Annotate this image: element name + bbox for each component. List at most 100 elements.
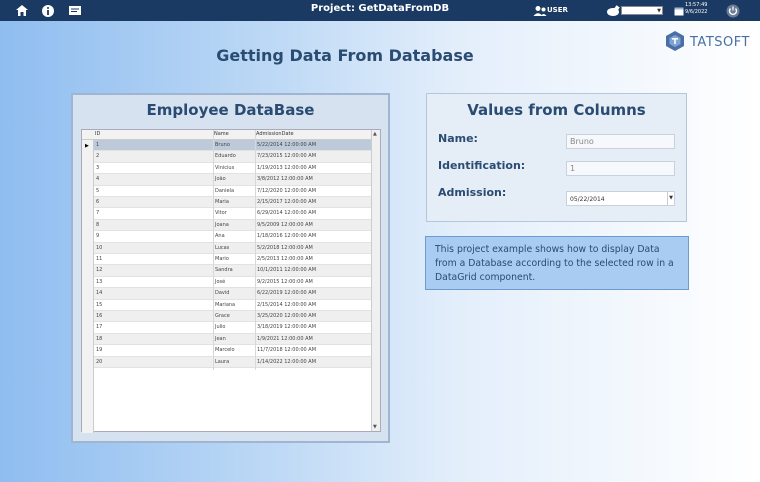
- cell-name: Julio: [215, 324, 226, 331]
- row-header-column: [82, 140, 94, 433]
- cell-id: 12: [96, 267, 103, 274]
- cell-id: 6: [96, 199, 100, 205]
- cell-admission-date: 1/9/2021 12:00:00 AM: [257, 335, 313, 342]
- pencil-icon[interactable]: [605, 3, 621, 18]
- cell-id: 1: [96, 142, 100, 148]
- cell-admission-date: 3/18/2019 12:00:00 AM: [257, 324, 317, 331]
- table-row[interactable]: 5 Daniela 7/12/2020 12:00:00 AM: [94, 186, 372, 197]
- cell-admission-date: 6/29/2014 12:00:00 AM: [257, 210, 317, 217]
- cell-admission-date: 10/1/2011 12:00:00 AM: [257, 267, 317, 274]
- cell-name: José: [215, 278, 226, 285]
- date-text: 9/6/2022: [685, 9, 708, 15]
- page-title: Getting Data From Database: [216, 46, 474, 65]
- table-row[interactable]: 11 Mario 2/5/2013 12:00:00 AM: [94, 254, 372, 266]
- table-row[interactable]: 18 Jean 1/9/2021 12:00:00 AM: [94, 333, 372, 346]
- user-icon[interactable]: [532, 3, 548, 18]
- scroll-down-icon[interactable]: ▼: [373, 424, 377, 430]
- cell-name: Eduardo: [215, 153, 236, 160]
- table-row[interactable]: 14 David 6/22/2019 12:00:00 AM: [94, 288, 372, 300]
- cell-name: Marcelo: [215, 347, 235, 354]
- cell-name: Mariana: [215, 301, 236, 308]
- admission-date-picker[interactable]: 05/22/2014 ▼: [566, 191, 675, 206]
- table-row[interactable]: 16 Grace 3/25/2020 12:00:00 AM: [94, 311, 372, 323]
- cell-id: 2: [96, 153, 100, 160]
- table-row[interactable]: 20 Laura 1/14/2022 12:00:00 AM: [94, 356, 372, 368]
- table-row[interactable]: 13 José 9/2/2015 12:00:00 AM: [94, 277, 372, 289]
- cell-admission-date: 7/12/2020 12:00:00 AM: [257, 187, 317, 194]
- table-row[interactable]: 17 Julio 3/18/2019 12:00:00 AM: [94, 322, 372, 334]
- admission-label: Admission:: [438, 186, 507, 199]
- column-header-name[interactable]: Name: [214, 131, 229, 137]
- cell-name: David: [215, 290, 230, 297]
- grid-header: ID Name AdmissionDate: [82, 130, 372, 140]
- logo-text: TATSOFT: [690, 35, 750, 50]
- language-dropdown[interactable]: ▼: [621, 6, 663, 15]
- vertical-scrollbar[interactable]: ▲ ▼: [371, 130, 380, 431]
- cell-name: Daniela: [215, 187, 235, 194]
- table-row[interactable]: 15 Mariana 2/15/2014 12:00:00 AM: [94, 300, 372, 311]
- identification-field[interactable]: 1: [566, 161, 675, 176]
- employee-datagrid[interactable]: ID Name AdmissionDate ▶ 1 Bruno 5/22/2014 …: [81, 129, 381, 433]
- cell-admission-date: 3/8/2012 12:00:00 AM: [257, 176, 313, 183]
- column-header-admission-date[interactable]: AdmissionDate: [256, 131, 294, 137]
- cell-name: Grace: [215, 313, 230, 319]
- cell-id: 19: [96, 347, 103, 354]
- table-row[interactable]: 4 João 3/8/2012 12:00:00 AM: [94, 174, 372, 186]
- cell-id: 3: [96, 164, 100, 171]
- cell-admission-date: 2/5/2013 12:00:00 AM: [257, 256, 313, 262]
- table-row[interactable]: 7 Vitor 6/29/2014 12:00:00 AM: [94, 208, 372, 220]
- cell-id: 8: [96, 221, 100, 228]
- name-field[interactable]: Bruno: [566, 134, 675, 149]
- cell-id: 13: [96, 278, 103, 285]
- cell-name: Jean: [215, 335, 226, 342]
- cell-admission-date: 1/18/2016 12:00:00 AM: [257, 233, 317, 240]
- cell-id: 14: [96, 290, 103, 297]
- employee-panel: Employee DataBase ID Name AdmissionDate …: [71, 93, 390, 443]
- cell-admission-date: 11/7/2018 12:00:00 AM: [257, 347, 317, 354]
- cell-admission-date: 6/22/2019 12:00:00 AM: [257, 290, 317, 297]
- table-row[interactable]: 10 Lucas 5/2/2018 12:00:00 AM: [94, 242, 372, 254]
- table-row[interactable]: 8 Joana 9/5/2009 12:00:00 AM: [94, 219, 372, 232]
- calendar-dropdown-icon[interactable]: ▼: [667, 192, 674, 205]
- cell-name: Lucas: [215, 244, 230, 251]
- cell-admission-date: 1/14/2022 12:00:00 AM: [257, 358, 317, 365]
- table-row[interactable]: 12 Sandra 10/1/2011 12:00:00 AM: [94, 265, 372, 277]
- power-icon[interactable]: [725, 3, 741, 18]
- cell-admission-date: 9/2/2015 12:00:00 AM: [257, 278, 313, 285]
- cell-id: 7: [96, 210, 100, 217]
- table-row[interactable]: 2 Eduardo 7/23/2015 12:00:00 AM: [94, 151, 372, 163]
- cell-id: 17: [96, 324, 103, 331]
- table-row[interactable]: 19 Marcelo 11/7/2018 12:00:00 AM: [94, 345, 372, 357]
- cell-admission-date: 3/25/2020 12:00:00 AM: [257, 313, 317, 319]
- user-label[interactable]: USER: [547, 6, 568, 14]
- cell-name: Vitor: [215, 210, 227, 217]
- cell-id: 9: [96, 233, 100, 240]
- cell-admission-date: 9/5/2009 12:00:00 AM: [257, 221, 313, 228]
- cell-admission-date: 1/19/2013 12:00:00 AM: [257, 164, 317, 171]
- scroll-up-icon[interactable]: ▲: [373, 131, 377, 137]
- column-divider: [213, 130, 214, 370]
- cell-name: Mario: [215, 256, 229, 262]
- table-row[interactable]: 1 Bruno 5/22/2014 12:00:00 AM: [94, 140, 372, 152]
- table-row[interactable]: 6 Maria 2/15/2017 12:00:00 AM: [94, 197, 372, 209]
- admission-date-value: 05/22/2014: [570, 196, 605, 203]
- cell-name: Sandra: [215, 267, 233, 274]
- column-header-id[interactable]: ID: [95, 131, 100, 137]
- main-area: Getting Data From Database TATSOFT Emplo…: [0, 21, 760, 482]
- row-pointer-icon: ▶: [85, 143, 89, 149]
- chevron-down-icon: ▼: [657, 8, 661, 14]
- cell-admission-date: 7/23/2015 12:00:00 AM: [257, 153, 317, 160]
- employee-panel-title: Employee DataBase: [146, 101, 315, 119]
- cell-admission-date: 2/15/2017 12:00:00 AM: [257, 199, 317, 205]
- cell-name: Joana: [215, 221, 229, 228]
- table-row[interactable]: 9 Ana 1/18/2016 12:00:00 AM: [94, 231, 372, 243]
- column-divider: [255, 130, 256, 370]
- cell-id: 18: [96, 335, 103, 342]
- logo: TATSOFT: [664, 30, 756, 52]
- cell-id: 11: [96, 256, 103, 262]
- values-panel-title: Values from Columns: [467, 101, 646, 119]
- cell-admission-date: 5/2/2018 12:00:00 AM: [257, 244, 313, 251]
- cell-id: 16: [96, 313, 103, 319]
- name-label: Name:: [438, 132, 478, 145]
- table-row[interactable]: 3 Vinicius 1/19/2013 12:00:00 AM: [94, 163, 372, 175]
